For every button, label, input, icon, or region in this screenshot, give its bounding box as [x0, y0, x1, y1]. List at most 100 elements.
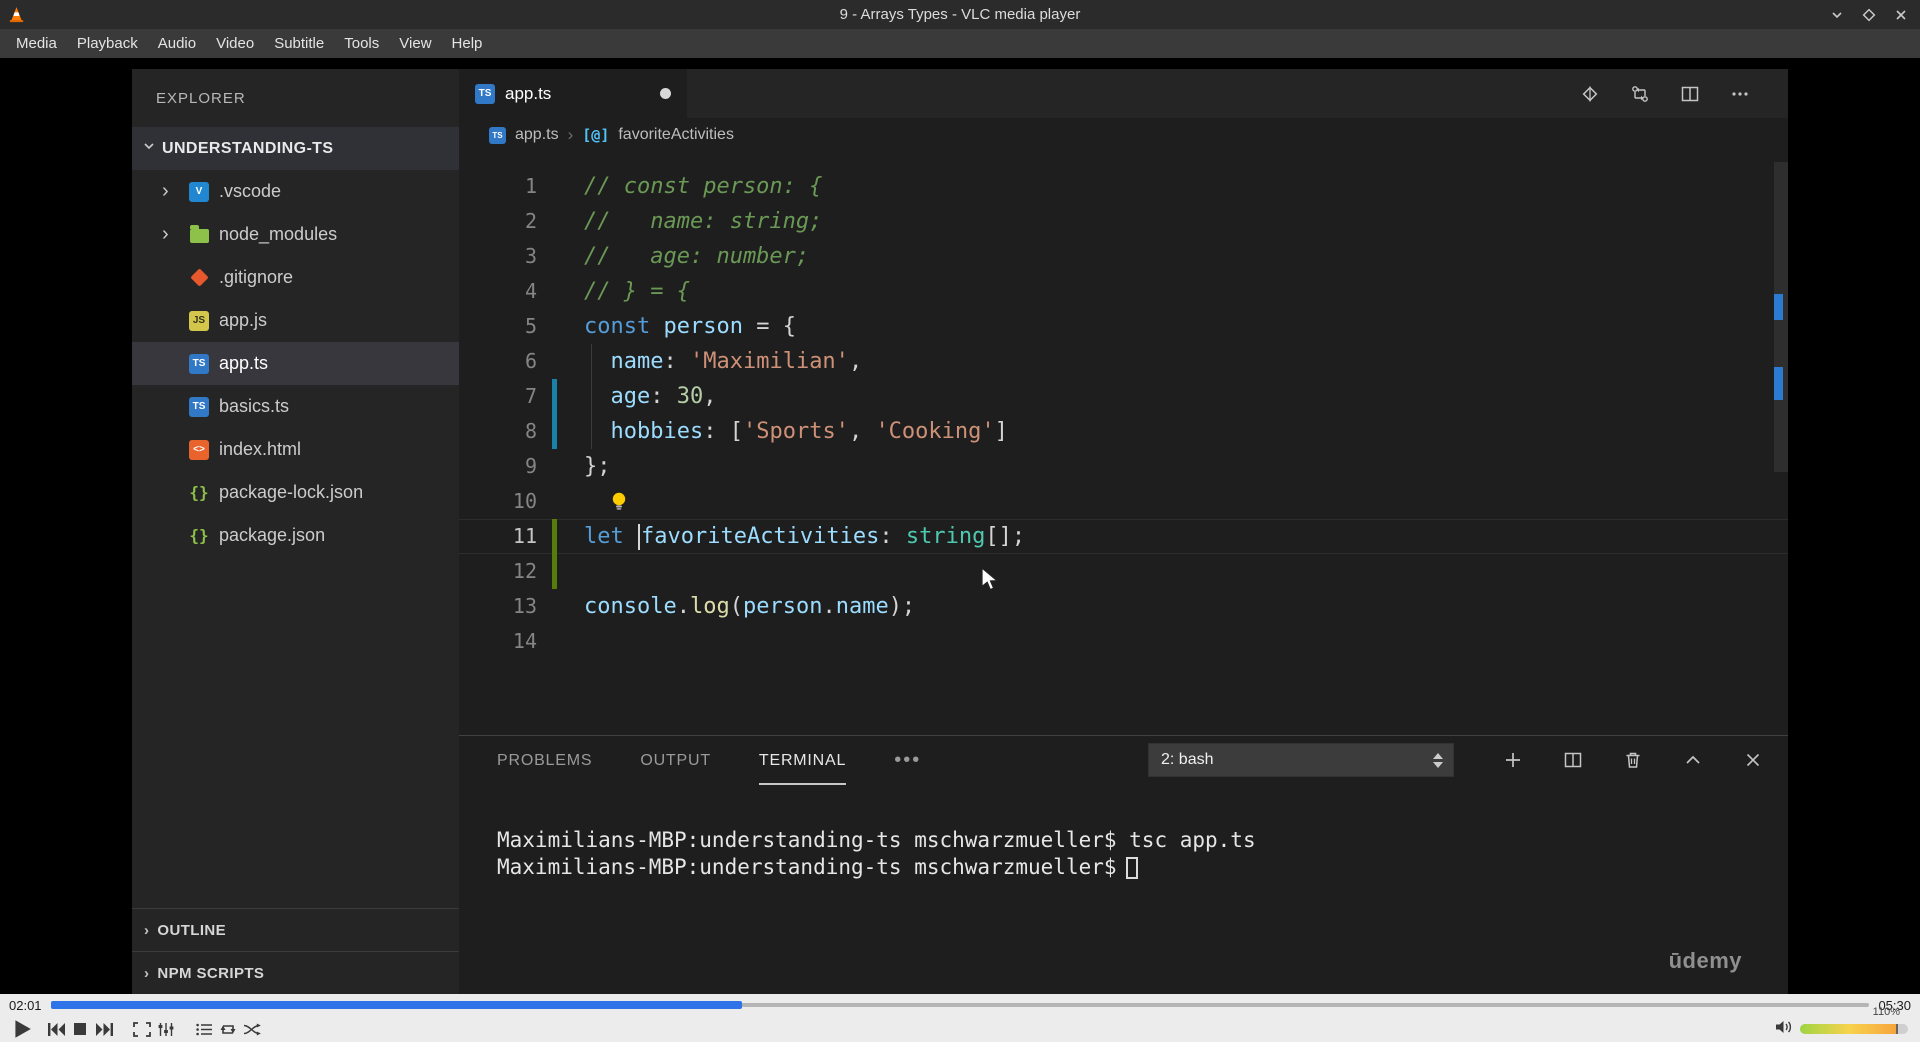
shuffle-button[interactable] — [240, 1017, 264, 1041]
video-frame: EXPLORER UNDERSTANDING-TS › V .vscode › node… — [0, 58, 1920, 994]
playlist-button[interactable] — [192, 1017, 216, 1041]
code-editor[interactable]: 1 // const person: {2 // name: string; 3 // … — [459, 152, 1788, 735]
chevron-right-icon: › — [162, 180, 169, 202]
vscode-file-icon: V — [188, 181, 210, 202]
code-line-3[interactable]: 3 // age: number; — [459, 239, 1788, 274]
lightbulb-icon[interactable] — [609, 491, 629, 513]
minimize-button[interactable] — [1830, 8, 1844, 22]
sidebar-section-npm-scripts[interactable]: › NPM SCRIPTS — [132, 951, 459, 994]
sidebar-item-node-modules[interactable]: › node_modules — [132, 213, 459, 256]
panel-tab-terminal[interactable]: TERMINAL — [759, 736, 846, 785]
terminal-line: Maximilians-MBP:understanding-ts mschwar… — [497, 828, 1256, 852]
code-line-7[interactable]: 7 age: 30, — [459, 379, 1788, 414]
code-line-6[interactable]: 6 name: 'Maximilian', — [459, 344, 1788, 379]
menu-playback[interactable]: Playback — [67, 29, 148, 58]
menu-audio[interactable]: Audio — [148, 29, 206, 58]
line-number: 9 — [524, 454, 537, 478]
code-line-2[interactable]: 2 // name: string; — [459, 204, 1788, 239]
kill-terminal-icon[interactable] — [1622, 749, 1644, 771]
sidebar-item-app-js[interactable]: JS app.js — [132, 299, 459, 342]
code-line-12[interactable]: 12 — [459, 554, 1788, 589]
fullscreen-button[interactable] — [130, 1017, 154, 1041]
code-line-13[interactable]: 13 console.log(person.name); — [459, 589, 1788, 624]
open-changes-icon[interactable] — [1580, 84, 1600, 104]
section-label: NPM SCRIPTS — [157, 964, 265, 982]
file-label: app.ts — [219, 353, 269, 373]
line-number: 14 — [512, 629, 537, 653]
speaker-icon[interactable] — [1775, 1019, 1793, 1040]
terminal-cursor — [1125, 857, 1138, 879]
tab-label: app.ts — [505, 83, 552, 103]
explorer-title: EXPLORER — [156, 89, 246, 107]
close-button[interactable] — [1894, 8, 1908, 22]
panel-more-icon[interactable]: ••• — [894, 749, 921, 772]
code-line-5[interactable]: 5 const person = { — [459, 309, 1788, 344]
sidebar-item--gitignore[interactable]: .gitignore — [132, 256, 459, 299]
chevron-right-icon: › — [162, 223, 169, 245]
bottom-panel: PROBLEMS OUTPUT TERMINAL ••• 2: bash Maximi… — [459, 735, 1788, 994]
breadcrumb-separator: › — [567, 125, 574, 144]
extended-settings-button[interactable] — [154, 1017, 178, 1041]
breadcrumb-file[interactable]: app.ts — [515, 126, 559, 144]
sidebar-item-app-ts[interactable]: TS app.ts — [132, 342, 459, 385]
line-number: 13 — [512, 594, 537, 618]
new-terminal-icon[interactable] — [1502, 749, 1524, 771]
git-compare-icon[interactable] — [1630, 84, 1650, 104]
breadcrumb-symbol[interactable]: favoriteActivities — [618, 126, 734, 144]
close-panel-icon[interactable] — [1742, 749, 1764, 771]
split-terminal-icon[interactable] — [1562, 749, 1584, 771]
menu-media[interactable]: Media — [6, 29, 67, 58]
menu-view[interactable]: View — [389, 29, 441, 58]
seek-bar[interactable] — [50, 1000, 1870, 1010]
sidebar-item-package-json[interactable]: {} package.json — [132, 514, 459, 557]
line-number: 3 — [524, 244, 537, 268]
overview-ruler-mark — [1774, 367, 1783, 400]
sidebar-item-package-lock-json[interactable]: {} package-lock.json — [132, 471, 459, 514]
seek-progress — [50, 1001, 742, 1009]
code-line-10[interactable]: 10 — [459, 484, 1788, 519]
sidebar-section-outline[interactable]: › OUTLINE — [132, 908, 459, 951]
sidebar-item-basics-ts[interactable]: TS basics.ts — [132, 385, 459, 428]
vlc-seek-row: 02:01 05:30 — [0, 994, 1920, 1016]
code-text — [557, 484, 629, 519]
code-line-9[interactable]: 9}; — [459, 449, 1788, 484]
volume-slider[interactable] — [1800, 1024, 1908, 1034]
terminal-output[interactable]: Maximilians-MBP:understanding-ts mschwar… — [459, 785, 1788, 881]
tab-app-ts[interactable]: TS app.ts — [459, 69, 687, 118]
file-label: package.json — [219, 525, 326, 545]
window-title: 9 - Arrays Types - VLC media player — [839, 6, 1081, 23]
menu-subtitle[interactable]: Subtitle — [264, 29, 334, 58]
unsaved-dot-icon[interactable] — [660, 88, 671, 99]
maximize-button[interactable] — [1862, 8, 1876, 22]
stop-button[interactable] — [68, 1017, 92, 1041]
code-line-8[interactable]: 8 hobbies: ['Sports', 'Cooking'] — [459, 414, 1788, 449]
code-line-14[interactable]: 14 — [459, 624, 1788, 659]
more-actions-icon[interactable] — [1730, 84, 1750, 104]
maximize-panel-icon[interactable] — [1682, 749, 1704, 771]
code-line-11[interactable]: 11 let favoriteActivities: string[]; — [459, 519, 1788, 554]
split-editor-icon[interactable] — [1680, 84, 1700, 104]
code-line-4[interactable]: 4 // } = { — [459, 274, 1788, 309]
code-text: const person = { — [584, 314, 796, 339]
editor-region: TS app.ts TS app.ts › [@] favoriteActivi… — [459, 69, 1788, 994]
next-button[interactable] — [92, 1017, 116, 1041]
play-button[interactable] — [8, 1017, 36, 1041]
sidebar-item-index-html[interactable]: <> index.html — [132, 428, 459, 471]
tab-actions — [1580, 69, 1788, 118]
sidebar-item--vscode[interactable]: › V .vscode — [132, 170, 459, 213]
udemy-watermark: ūdemy — [1668, 948, 1742, 973]
explorer-tree: › V .vscode › node_modules .gitignore JS app.js… — [132, 170, 459, 557]
root-folder-label: UNDERSTANDING-TS — [162, 139, 334, 157]
terminal-shell-select[interactable]: 2: bash — [1148, 743, 1454, 777]
panel-tab-output[interactable]: OUTPUT — [640, 736, 711, 785]
js-file-icon: JS — [188, 310, 210, 331]
previous-button[interactable] — [44, 1017, 68, 1041]
menu-video[interactable]: Video — [206, 29, 264, 58]
code-line-1[interactable]: 1 // const person: { — [459, 169, 1788, 204]
panel-tab-problems[interactable]: PROBLEMS — [497, 736, 592, 785]
menu-tools[interactable]: Tools — [334, 29, 389, 58]
vlc-control-bar: 110% — [0, 1006, 1920, 1042]
loop-button[interactable] — [216, 1017, 240, 1041]
explorer-root-folder[interactable]: UNDERSTANDING-TS — [132, 127, 459, 170]
menu-help[interactable]: Help — [442, 29, 493, 58]
